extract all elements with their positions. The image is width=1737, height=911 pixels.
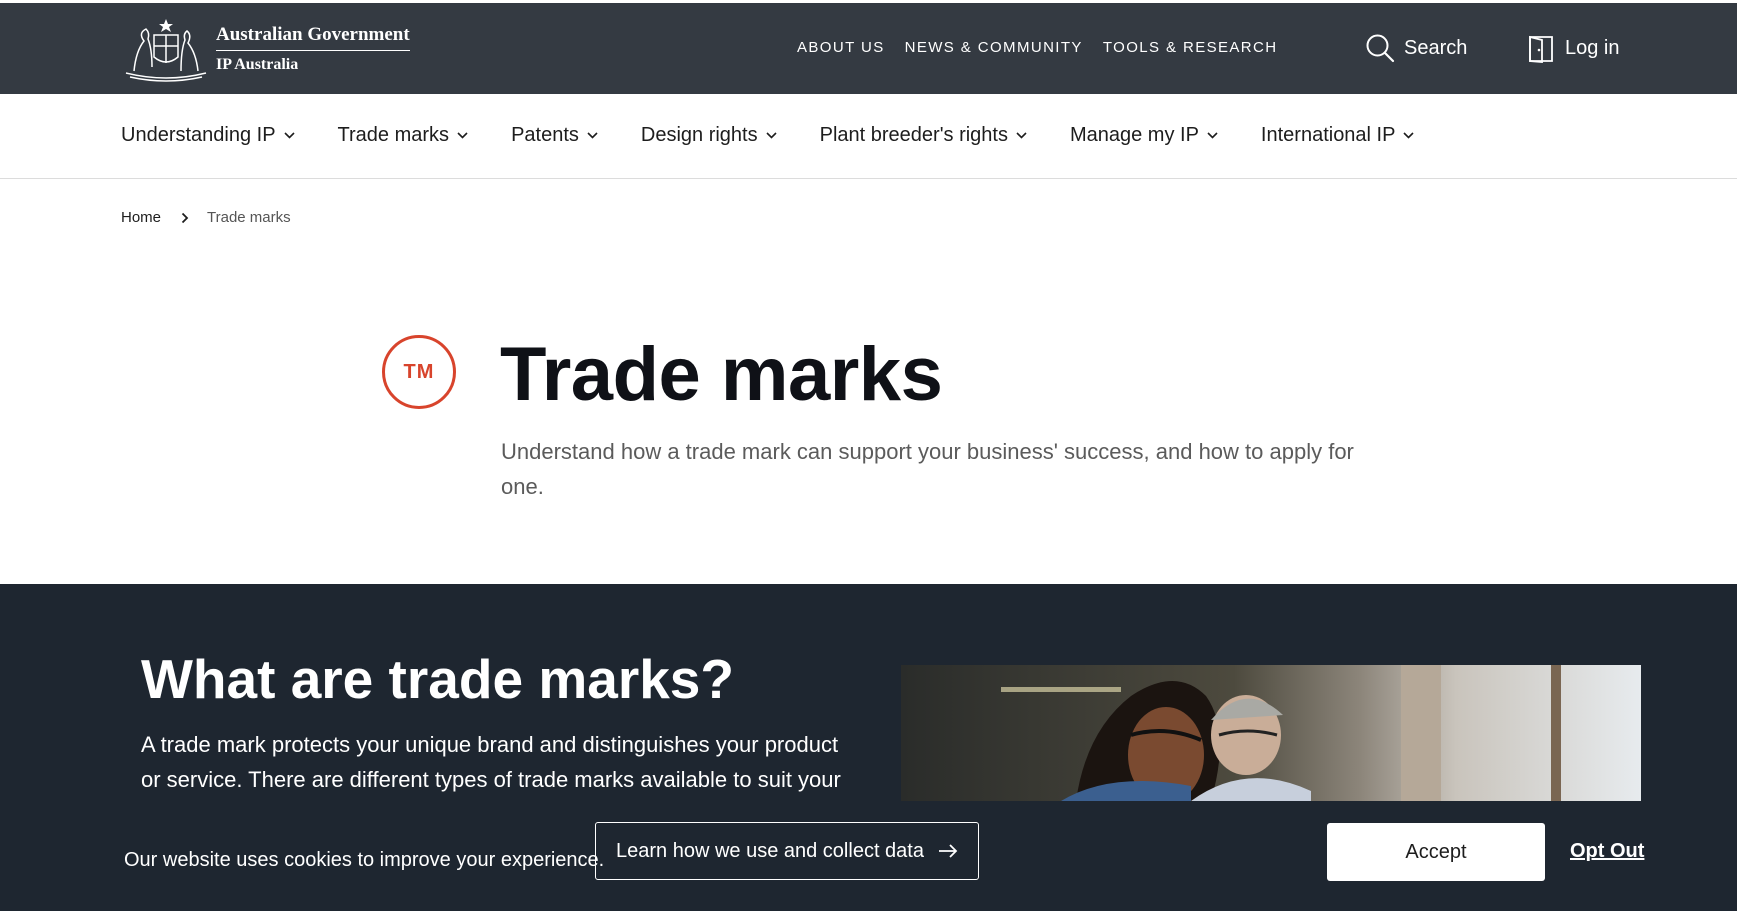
logo-line-government: Australian Government bbox=[216, 24, 410, 51]
nav-item-plant-breeders-rights[interactable]: Plant breeder's rights bbox=[820, 124, 1027, 147]
login-label: Log in bbox=[1565, 36, 1620, 59]
search-label: Search bbox=[1404, 36, 1468, 59]
breadcrumb: Home Trade marks bbox=[121, 209, 291, 226]
learn-more-data-button[interactable]: Learn how we use and collect data bbox=[595, 822, 979, 880]
top-utility-bar: Australian Government IP Australia ABOUT… bbox=[0, 3, 1737, 94]
search-button[interactable]: Search bbox=[1365, 33, 1467, 63]
nav-item-patents[interactable]: Patents bbox=[511, 124, 598, 147]
nav-item-trade-marks[interactable]: Trade marks bbox=[338, 124, 469, 147]
chevron-down-icon bbox=[1403, 132, 1415, 139]
trade-mark-icon: TM bbox=[382, 335, 456, 409]
accept-cookies-button[interactable]: Accept bbox=[1327, 823, 1545, 881]
chevron-down-icon bbox=[457, 132, 468, 139]
nav-item-manage-my-ip[interactable]: Manage my IP bbox=[1070, 124, 1218, 147]
cookie-message: Our website uses cookies to improve your… bbox=[124, 849, 605, 871]
logo-line-ip-australia: IP Australia bbox=[216, 56, 299, 73]
section-heading: What are trade marks? bbox=[141, 648, 734, 710]
login-button[interactable]: Log in bbox=[1528, 33, 1620, 63]
breadcrumb-home-link[interactable]: Home bbox=[121, 209, 161, 226]
learn-more-label: Learn how we use and collect data bbox=[616, 839, 924, 862]
section-body-text: A trade mark protects your unique brand … bbox=[141, 732, 841, 792]
chevron-down-icon bbox=[283, 132, 295, 139]
utility-link-about-us[interactable]: ABOUT US bbox=[797, 39, 885, 56]
page-title: Trade marks bbox=[500, 332, 943, 417]
business-people-photo bbox=[901, 665, 1641, 801]
chevron-down-icon bbox=[766, 132, 777, 139]
breadcrumb-current: Trade marks bbox=[207, 209, 291, 226]
chevron-down-icon bbox=[1207, 132, 1218, 139]
main-navigation: Understanding IP Trade marks Patents Des… bbox=[0, 94, 1737, 179]
chevron-down-icon bbox=[587, 132, 598, 139]
nav-item-international-ip[interactable]: International IP bbox=[1261, 124, 1415, 147]
nav-item-understanding-ip[interactable]: Understanding IP bbox=[121, 124, 295, 147]
utility-link-tools-research[interactable]: TOOLS & RESEARCH bbox=[1103, 39, 1278, 56]
arrow-right-icon bbox=[938, 844, 958, 858]
utility-nav: ABOUT US NEWS & COMMUNITY TOOLS & RESEAR… bbox=[797, 39, 1278, 56]
door-login-icon bbox=[1529, 35, 1553, 63]
page-subtitle: Understand how a trade mark can support … bbox=[501, 439, 1354, 499]
ip-australia-logo[interactable]: Australian Government IP Australia bbox=[120, 15, 410, 83]
chevron-right-icon bbox=[181, 212, 189, 223]
utility-link-news-community[interactable]: NEWS & COMMUNITY bbox=[905, 39, 1083, 56]
coat-of-arms-icon bbox=[125, 19, 207, 82]
opt-out-link[interactable]: Opt Out bbox=[1570, 840, 1644, 863]
nav-item-design-rights[interactable]: Design rights bbox=[641, 124, 777, 147]
chevron-down-icon bbox=[1016, 132, 1027, 139]
search-icon bbox=[1366, 34, 1395, 63]
